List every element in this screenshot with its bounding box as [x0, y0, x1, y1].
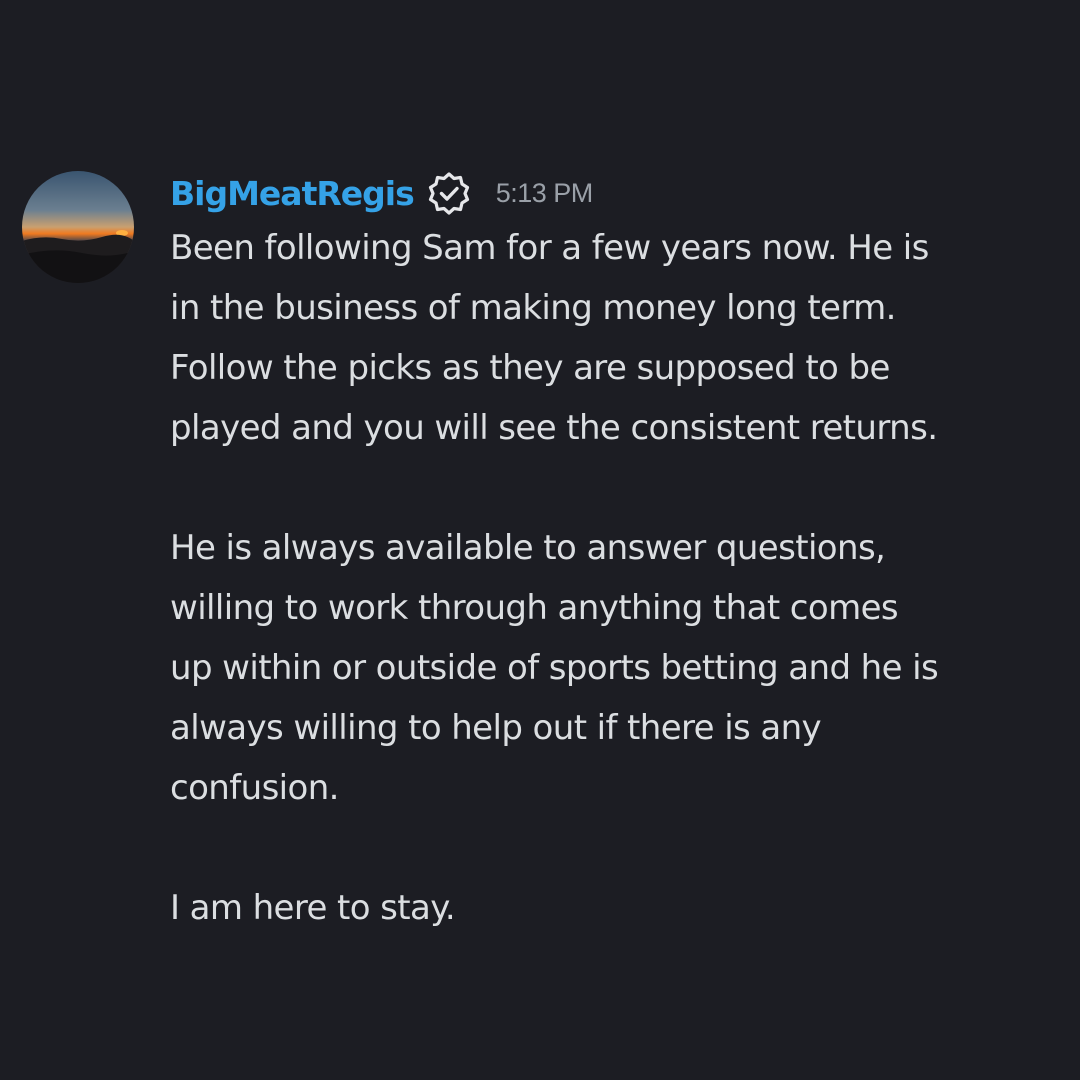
message-content: BigMeatRegis 5:13 PM Been following Sam …: [170, 160, 1070, 938]
paragraph: Been following Sam for a few years now. …: [170, 218, 1070, 458]
message-line: He is always available to answer questio…: [170, 528, 886, 568]
message-line: up within or outside of sports betting a…: [170, 648, 939, 688]
message-header: BigMeatRegis 5:13 PM: [170, 160, 1070, 226]
username[interactable]: BigMeatRegis: [170, 174, 415, 213]
message-line: in the business of making money long ter…: [170, 288, 896, 328]
message-line: played and you will see the consistent r…: [170, 408, 938, 448]
message-line: I am here to stay.: [170, 888, 456, 928]
paragraph: He is always available to answer questio…: [170, 518, 1070, 818]
timestamp: 5:13 PM: [495, 177, 594, 208]
message-line: always willing to help out if there is a…: [170, 708, 822, 748]
message-body: Been following Sam for a few years now. …: [170, 218, 1070, 938]
message-line: willing to work through anything that co…: [170, 588, 899, 628]
avatar[interactable]: [22, 171, 134, 283]
message-line: confusion.: [170, 768, 339, 808]
message-line: Been following Sam for a few years now. …: [170, 228, 929, 268]
verified-badge-icon: [426, 170, 472, 216]
avatar-sunset-image: [22, 171, 134, 283]
paragraph: I am here to stay.: [170, 878, 1070, 938]
message-line: Follow the picks as they are supposed to…: [170, 348, 890, 388]
